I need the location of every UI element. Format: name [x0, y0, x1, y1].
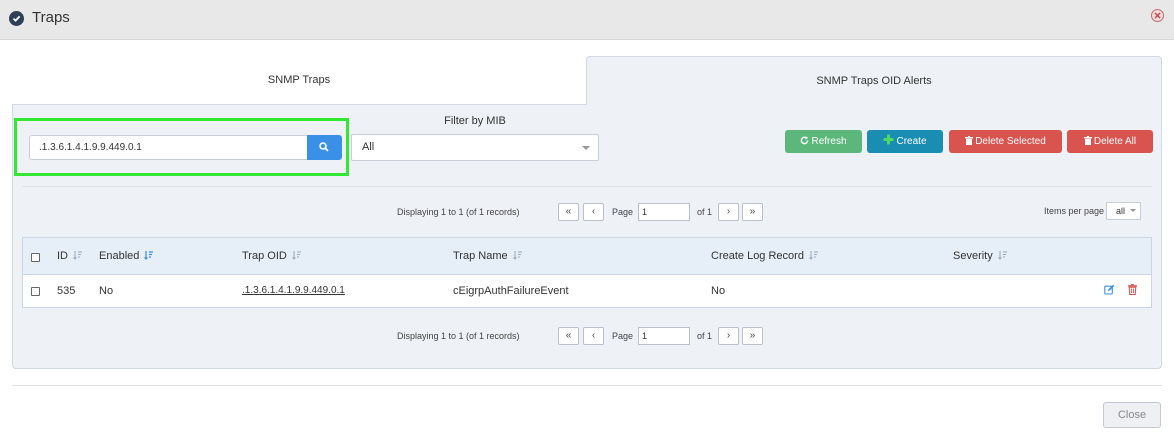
pager-first-button[interactable]: « [558, 203, 579, 221]
pager-page-label: Page [612, 207, 634, 217]
column-header-id[interactable]: ID [57, 250, 83, 262]
delete-row-icon[interactable] [1128, 284, 1137, 298]
toolbar-divider [22, 186, 1152, 187]
mib-filter-value: All [362, 141, 375, 153]
column-header-create-log-record[interactable]: Create Log Record [711, 250, 819, 262]
pager-first-button-bottom[interactable]: « [558, 327, 579, 345]
search-icon [319, 142, 329, 152]
window-title: Traps [32, 9, 70, 26]
sort-icon [73, 251, 82, 260]
cell-id: 535 [57, 285, 76, 297]
search-input[interactable]: .1.3.6.1.4.1.9.9.449.0.1 [29, 135, 308, 160]
pager-of-label-bottom: of 1 [697, 331, 713, 341]
panel-divider [12, 104, 587, 105]
trash-icon [965, 136, 974, 145]
create-button[interactable]: Create [867, 130, 943, 153]
refresh-label: Refresh [811, 136, 847, 147]
column-header-trap-name[interactable]: Trap Name [453, 250, 523, 262]
select-all-checkbox[interactable] [31, 253, 40, 262]
column-header-severity[interactable]: Severity [953, 250, 1008, 262]
delete-selected-label: Delete Selected [975, 136, 1046, 147]
pager-last-button-bottom[interactable]: » [742, 327, 763, 345]
items-per-page-label: Items per page [1044, 206, 1105, 216]
pager-display-text: Displaying 1 to 1 (of 1 records) [397, 207, 520, 217]
table-row: 535 No .1.3.6.1.4.1.9.9.449.0.1 cEigrpAu… [23, 275, 1151, 307]
refresh-button[interactable]: Refresh [785, 130, 862, 153]
items-per-page-value: all [1116, 206, 1126, 216]
pager-prev-button[interactable]: ‹ [583, 203, 604, 221]
tab-snmp-traps[interactable]: SNMP Traps [12, 56, 586, 104]
pager-page-input-bottom[interactable]: 1 [638, 327, 690, 345]
column-header-trap-oid[interactable]: Trap OID [242, 250, 302, 262]
delete-all-button[interactable]: Delete All [1067, 130, 1153, 153]
tab-snmp-traps-oid-alerts[interactable]: SNMP Traps OID Alerts [586, 56, 1162, 106]
footer-divider [12, 385, 1162, 386]
close-window-icon[interactable] [1151, 9, 1164, 22]
cell-create-log-record: No [711, 285, 726, 297]
row-checkbox[interactable] [31, 287, 40, 296]
check-circle-icon [9, 11, 24, 26]
sort-icon [291, 251, 301, 260]
mib-filter-select[interactable]: All [351, 134, 599, 161]
filter-label: Filter by MIB [444, 115, 506, 127]
sort-active-icon [144, 251, 154, 260]
title-bar: Traps [0, 0, 1174, 40]
sort-icon [809, 251, 818, 260]
pager-page-input[interactable]: 1 [638, 203, 690, 221]
plus-icon [883, 134, 894, 145]
refresh-icon [801, 136, 809, 145]
pager-of-label: of 1 [697, 207, 713, 217]
close-button[interactable]: Close [1103, 402, 1161, 428]
pager-prev-button-bottom[interactable]: ‹ [583, 327, 604, 345]
cell-enabled: No [99, 285, 114, 297]
pager-next-button[interactable]: › [718, 203, 739, 221]
delete-all-label: Delete All [1093, 136, 1137, 147]
sort-icon [512, 251, 522, 260]
cell-trap-oid-link[interactable]: .1.3.6.1.4.1.9.9.449.0.1 [242, 285, 345, 296]
delete-selected-button[interactable]: Delete Selected [949, 130, 1062, 153]
cell-trap-name: cEigrpAuthFailureEvent [453, 285, 569, 297]
pager-display-text-bottom: Displaying 1 to 1 (of 1 records) [397, 331, 520, 341]
pager-page-label-bottom: Page [612, 331, 634, 341]
trash-icon [1083, 136, 1092, 145]
edit-icon[interactable] [1104, 284, 1115, 298]
chevron-down-icon [582, 146, 590, 150]
traps-table: ID Enabled Trap OID Trap Name Create Log… [22, 237, 1152, 308]
table-header: ID Enabled Trap OID Trap Name Create Log… [23, 238, 1151, 275]
chevron-down-icon [1130, 209, 1136, 212]
pager-next-button-bottom[interactable]: › [718, 327, 739, 345]
sort-icon [997, 251, 1007, 260]
search-button[interactable] [307, 135, 342, 160]
create-label: Create [896, 136, 927, 147]
column-header-enabled[interactable]: Enabled [99, 250, 154, 262]
items-per-page-select[interactable]: all [1106, 202, 1141, 220]
pager-last-button[interactable]: » [742, 203, 763, 221]
